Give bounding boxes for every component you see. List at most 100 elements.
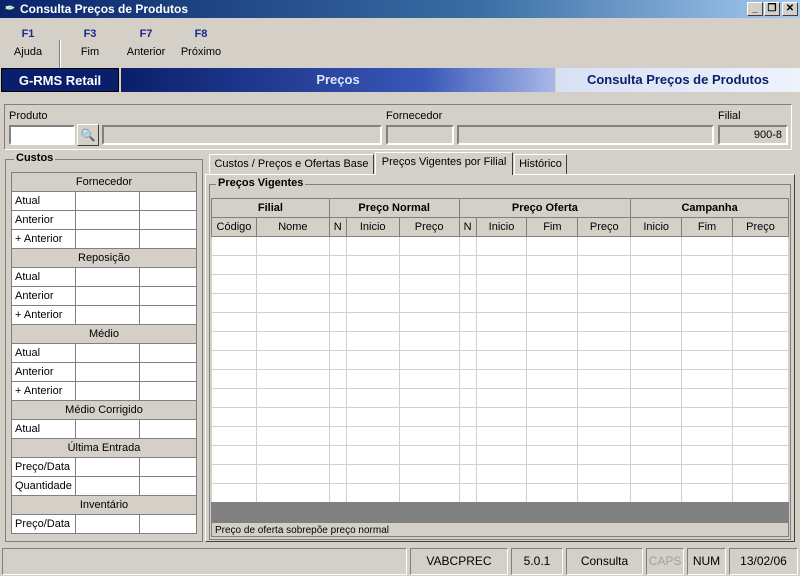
grid-cell[interactable] (681, 426, 733, 446)
grid-cell[interactable] (577, 293, 632, 313)
grid-cell[interactable] (458, 464, 477, 484)
grid-cell[interactable] (328, 369, 347, 389)
grid-cell[interactable] (328, 255, 347, 275)
grid-cell[interactable] (526, 274, 579, 294)
grid-cell[interactable] (398, 407, 460, 427)
grid-cell[interactable] (255, 350, 330, 370)
grid-cell[interactable] (458, 331, 477, 351)
grid-cell[interactable] (577, 331, 632, 351)
grid-cell[interactable] (328, 350, 347, 370)
grid-cell[interactable] (255, 426, 330, 446)
grid-cell[interactable] (458, 350, 477, 370)
grid-cell[interactable] (630, 350, 683, 370)
grid-cell[interactable] (398, 312, 460, 332)
grid-cell[interactable] (681, 369, 733, 389)
grid-cell[interactable] (577, 426, 632, 446)
grid-cell[interactable] (255, 464, 330, 484)
col-codigo[interactable]: Código (211, 217, 257, 237)
grid-cell[interactable] (211, 445, 257, 465)
grid-cell[interactable] (526, 236, 579, 256)
grid-cell[interactable] (458, 388, 477, 408)
grid-cell[interactable] (475, 293, 528, 313)
grid-cell[interactable] (732, 407, 789, 427)
grid-cell[interactable] (398, 464, 460, 484)
grid-cell[interactable] (577, 236, 632, 256)
table-row[interactable] (211, 236, 789, 256)
grid-cell[interactable] (328, 426, 347, 446)
f3-end-button[interactable]: F3 Fim (72, 28, 108, 58)
grid-cell[interactable] (475, 274, 528, 294)
grid-cell[interactable] (345, 388, 400, 408)
grid-cell[interactable] (732, 388, 789, 408)
grid-cell[interactable] (526, 426, 579, 446)
col-campanha-preco[interactable]: Preço (732, 217, 789, 237)
f7-previous-button[interactable]: F7 Anterior (124, 28, 168, 58)
grid-cell[interactable] (630, 312, 683, 332)
grid-cell[interactable] (211, 464, 257, 484)
col-campanha-fim[interactable]: Fim (681, 217, 733, 237)
grid-cell[interactable] (398, 388, 460, 408)
grid-cell[interactable] (255, 407, 330, 427)
grid-cell[interactable] (475, 483, 528, 503)
grid-cell[interactable] (458, 236, 477, 256)
grid-cell[interactable] (328, 483, 347, 503)
grid-cell[interactable] (345, 274, 400, 294)
grid-cell[interactable] (630, 464, 683, 484)
grid-cell[interactable] (458, 255, 477, 275)
grid-cell[interactable] (328, 236, 347, 256)
grid-cell[interactable] (732, 350, 789, 370)
grid-cell[interactable] (398, 445, 460, 465)
grid-cell[interactable] (458, 407, 477, 427)
grid-cell[interactable] (211, 369, 257, 389)
col-oferta-n[interactable]: N (458, 217, 477, 237)
grid-cell[interactable] (475, 388, 528, 408)
grid-cell[interactable] (211, 274, 257, 294)
maximize-button[interactable]: ❐ (764, 2, 780, 16)
grid-cell[interactable] (458, 445, 477, 465)
grid-cell[interactable] (475, 312, 528, 332)
grid-cell[interactable] (475, 369, 528, 389)
grid-cell[interactable] (328, 388, 347, 408)
table-row[interactable] (211, 407, 789, 427)
grid-cell[interactable] (577, 274, 632, 294)
tab-precos-vigentes[interactable]: Preços Vigentes por Filial (375, 152, 513, 175)
col-nome[interactable]: Nome (255, 217, 330, 237)
col-oferta-preco[interactable]: Preço (577, 217, 632, 237)
grid-cell[interactable] (577, 312, 632, 332)
grid-cell[interactable] (732, 236, 789, 256)
grid-cell[interactable] (211, 293, 257, 313)
grid-cell[interactable] (345, 331, 400, 351)
table-row[interactable] (211, 350, 789, 370)
grid-cell[interactable] (458, 274, 477, 294)
search-binoculars-icon[interactable]: 🔍 (77, 124, 99, 146)
grid-cell[interactable] (475, 350, 528, 370)
grid-cell[interactable] (732, 274, 789, 294)
grid-cell[interactable] (577, 255, 632, 275)
grid-cell[interactable] (255, 445, 330, 465)
prices-grid[interactable]: Filial Preço Normal Preço Oferta Campanh… (211, 198, 789, 503)
grid-cell[interactable] (732, 255, 789, 275)
grid-cell[interactable] (681, 236, 733, 256)
grid-cell[interactable] (630, 388, 683, 408)
grid-cell[interactable] (577, 445, 632, 465)
grid-cell[interactable] (475, 426, 528, 446)
grid-cell[interactable] (398, 350, 460, 370)
table-row[interactable] (211, 388, 789, 408)
tab-custos-precos-ofertas[interactable]: Custos / Preços e Ofertas Base (209, 154, 374, 174)
grid-cell[interactable] (328, 274, 347, 294)
grid-cell[interactable] (681, 388, 733, 408)
grid-cell[interactable] (630, 293, 683, 313)
produto-input[interactable] (9, 125, 75, 145)
grid-cell[interactable] (345, 426, 400, 446)
grid-cell[interactable] (681, 274, 733, 294)
grid-cell[interactable] (630, 369, 683, 389)
col-normal-preco[interactable]: Preço (398, 217, 460, 237)
col-oferta-fim[interactable]: Fim (526, 217, 579, 237)
grid-cell[interactable] (577, 407, 632, 427)
close-button[interactable]: ✕ (782, 2, 798, 16)
grid-cell[interactable] (255, 331, 330, 351)
grid-cell[interactable] (630, 407, 683, 427)
table-row[interactable] (211, 369, 789, 389)
grid-cell[interactable] (630, 236, 683, 256)
grid-cell[interactable] (526, 312, 579, 332)
